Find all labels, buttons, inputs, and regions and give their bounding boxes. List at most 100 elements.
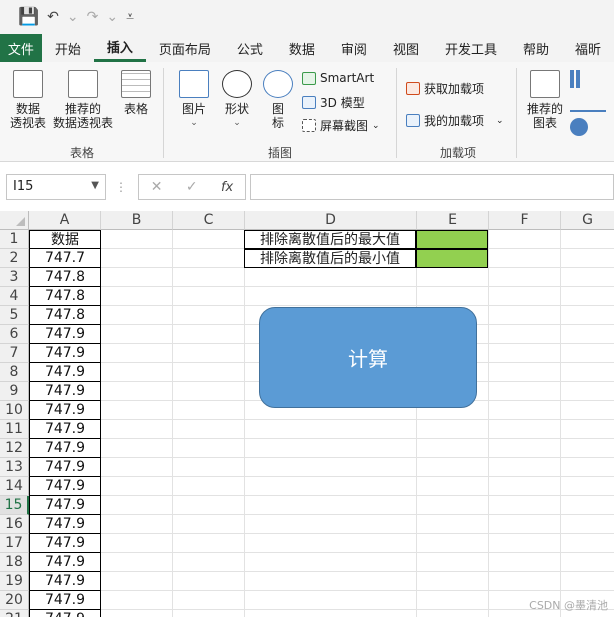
tab-0[interactable]: 文件 (0, 34, 42, 62)
recommended-charts-button[interactable]: 推荐的 图表 (524, 70, 566, 130)
cell-a7[interactable]: 747.9 (29, 344, 101, 363)
row-header[interactable]: 12 (0, 439, 29, 458)
cube-icon (302, 96, 316, 109)
enter-icon[interactable]: ✓ (186, 179, 198, 195)
tab-8[interactable]: 开发工具 (432, 34, 510, 62)
pictures-label: 图片 (181, 102, 206, 116)
chevron-down-icon[interactable]: ▼ (91, 180, 99, 191)
cell-a16[interactable]: 747.9 (29, 515, 101, 534)
tab-3[interactable]: 页面布局 (146, 34, 224, 62)
row-header[interactable]: 21 (0, 610, 29, 617)
row-header[interactable]: 8 (0, 363, 29, 382)
customize-toolbar-icon[interactable]: ⩡ (126, 9, 134, 25)
undo-dropdown-icon[interactable]: ⌄ (67, 9, 79, 25)
redo-dropdown-icon[interactable]: ⌄ (106, 9, 118, 25)
cell-a6[interactable]: 747.9 (29, 325, 101, 344)
cell-a5[interactable]: 747.8 (29, 306, 101, 325)
row-header[interactable]: 2 (0, 249, 29, 268)
tab-5[interactable]: 数据 (276, 34, 328, 62)
line-chart-icon[interactable] (570, 94, 606, 112)
gridline (101, 571, 614, 572)
cell-a9[interactable]: 747.9 (29, 382, 101, 401)
smartart-button[interactable]: SmartArt (302, 71, 374, 85)
label-cell-max[interactable]: 排除离散值后的最大值 (244, 230, 416, 249)
column-header[interactable]: E (417, 211, 489, 230)
tab-6[interactable]: 审阅 (328, 34, 380, 62)
column-header[interactable]: A (29, 211, 101, 230)
row-header[interactable]: 9 (0, 382, 29, 401)
pivot-table-button[interactable]: 数据 透视表 (8, 70, 48, 130)
cell-a13[interactable]: 747.9 (29, 458, 101, 477)
cell-a3[interactable]: 747.8 (29, 268, 101, 287)
undo-icon[interactable]: ↶ (47, 9, 59, 25)
label-cell-min[interactable]: 排除离散值后的最小值 (244, 249, 416, 268)
tab-10[interactable]: 福昕 (562, 34, 614, 62)
row-header[interactable]: 6 (0, 325, 29, 344)
insert-function-icon[interactable]: fx (221, 180, 233, 195)
shapes-button[interactable]: 形状 ⌄ (218, 70, 256, 130)
3d-model-button[interactable]: 3D 模型 (302, 94, 365, 111)
cell-a8[interactable]: 747.9 (29, 363, 101, 382)
redo-icon[interactable]: ↷ (87, 9, 99, 25)
cell-a14[interactable]: 747.9 (29, 477, 101, 496)
row-header[interactable]: 1 (0, 230, 29, 249)
cell-a21[interactable]: 747.9 (29, 610, 101, 617)
column-header[interactable]: D (245, 211, 417, 230)
column-header[interactable]: B (101, 211, 173, 230)
cell-a2[interactable]: 747.7 (29, 249, 101, 268)
row-header[interactable]: 11 (0, 420, 29, 439)
cell-a10[interactable]: 747.9 (29, 401, 101, 420)
save-icon[interactable]: 💾 (18, 7, 39, 27)
row-header[interactable]: 17 (0, 534, 29, 553)
row-header[interactable]: 7 (0, 344, 29, 363)
tab-2[interactable]: 插入 (93, 34, 146, 62)
row-header[interactable]: 13 (0, 458, 29, 477)
name-box[interactable]: I15 ▼ (6, 174, 106, 200)
row-header[interactable]: 3 (0, 268, 29, 287)
cell-a19[interactable]: 747.9 (29, 572, 101, 591)
cell-a4[interactable]: 747.8 (29, 287, 101, 306)
column-header[interactable]: C (173, 211, 245, 230)
column-header[interactable]: G (561, 211, 614, 230)
row-header[interactable]: 5 (0, 306, 29, 325)
row-header[interactable]: 20 (0, 591, 29, 610)
my-addins-button[interactable]: 我的加载项 ⌄ (406, 112, 504, 129)
calculate-button[interactable]: 计算 (259, 307, 477, 408)
row-header[interactable]: 15 (0, 496, 29, 515)
tab-9[interactable]: 帮助 (510, 34, 562, 62)
tab-1[interactable]: 开始 (42, 34, 94, 62)
result-cell-min[interactable] (416, 249, 488, 268)
row-header[interactable]: 18 (0, 553, 29, 572)
cell-a17[interactable]: 747.9 (29, 534, 101, 553)
cell-a15[interactable]: 747.9 (29, 496, 101, 515)
cell-a11[interactable]: 747.9 (29, 420, 101, 439)
gridline (172, 230, 173, 617)
row-header[interactable]: 16 (0, 515, 29, 534)
pictures-button[interactable]: 图片 ⌄ (176, 70, 212, 130)
column-header[interactable]: F (489, 211, 561, 230)
row-header[interactable]: 10 (0, 401, 29, 420)
icons-button[interactable]: 图 标 (262, 70, 294, 130)
result-cell-max[interactable] (416, 230, 488, 249)
get-addins-button[interactable]: 获取加载项 (406, 80, 484, 97)
table-button[interactable]: 表格 (118, 70, 154, 116)
screenshot-button[interactable]: 屏幕截图 ⌄ (302, 117, 380, 134)
cell-a12[interactable]: 747.9 (29, 439, 101, 458)
pie-chart-icon[interactable] (570, 118, 588, 136)
gridline (101, 419, 614, 420)
cell-a18[interactable]: 747.9 (29, 553, 101, 572)
cancel-icon[interactable]: ✕ (151, 179, 163, 195)
tab-7[interactable]: 视图 (380, 34, 432, 62)
row-header[interactable]: 14 (0, 477, 29, 496)
cell-a1[interactable]: 数据 (29, 230, 101, 249)
recommended-pivot-label: 推荐的 数据透视表 (52, 102, 113, 130)
group-separator (396, 68, 397, 158)
row-header[interactable]: 4 (0, 287, 29, 306)
tab-4[interactable]: 公式 (224, 34, 276, 62)
recommended-pivot-button[interactable]: 推荐的 数据透视表 (52, 70, 114, 130)
row-header[interactable]: 19 (0, 572, 29, 591)
cell-a20[interactable]: 747.9 (29, 591, 101, 610)
bar-chart-icon[interactable] (570, 70, 606, 88)
select-all-corner[interactable] (0, 211, 29, 230)
formula-input[interactable] (250, 174, 614, 200)
